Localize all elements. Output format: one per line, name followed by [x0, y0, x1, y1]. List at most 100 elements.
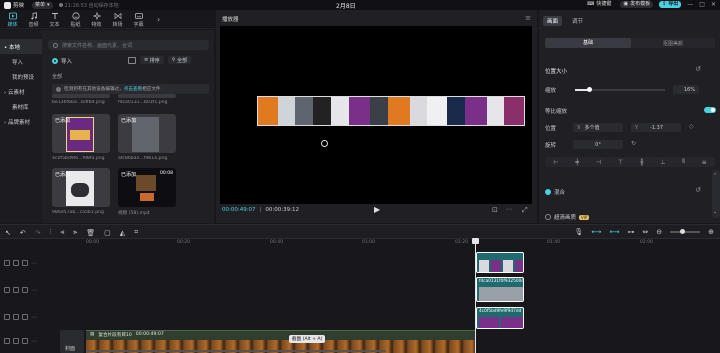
position-y-field[interactable]: Y -1.37	[631, 123, 681, 132]
microphone-icon[interactable]: 🎙	[574, 228, 583, 236]
more-icon[interactable]: ⋯	[31, 314, 37, 321]
scroll-down-icon[interactable]: ⌄	[713, 209, 717, 215]
rotate-handle-icon[interactable]	[321, 140, 328, 147]
align-center-v-icon[interactable]: ╫	[640, 159, 644, 166]
inspector-scrollbar[interactable]: ⌃ ⌄	[712, 170, 720, 218]
subtab-cutout-beauty[interactable]: 抠图美颜	[631, 40, 715, 47]
delete-icon[interactable]: 🗑	[86, 229, 95, 237]
lock-icon[interactable]	[4, 260, 10, 266]
hide-icon[interactable]	[13, 338, 19, 344]
sort-button[interactable]: ≡ 排序	[140, 56, 164, 64]
position-x-field[interactable]: X 多个值	[573, 123, 623, 132]
select-tool-icon[interactable]: ↖	[5, 229, 11, 237]
tab-picture[interactable]: 画面	[543, 16, 563, 26]
lock-icon[interactable]	[4, 287, 10, 293]
preview-canvas[interactable]	[220, 26, 532, 204]
zoom-out-icon[interactable]: ⊖	[656, 228, 662, 236]
shortcut-button[interactable]: ⌨ 快捷键	[584, 1, 614, 8]
reset-icon[interactable]: ↺	[695, 65, 701, 73]
align-left-icon[interactable]: ⊢	[553, 159, 558, 166]
more-icon[interactable]: ⋯	[31, 338, 37, 345]
more-tabs-chevron-icon[interactable]: ›	[157, 15, 160, 24]
align-right-icon[interactable]: ⊣	[596, 159, 601, 166]
split-right-icon[interactable]: ⫸	[73, 228, 77, 237]
overlay-clip[interactable]: 4c0f5bd9fe9f9d7dd	[476, 307, 524, 329]
export-button[interactable]: ⇪ 导出	[659, 1, 682, 8]
eye-icon[interactable]	[22, 287, 28, 293]
cover-button[interactable]: 封面	[60, 330, 84, 353]
freeze-icon[interactable]: ▢	[104, 229, 111, 237]
nav-local[interactable]: • 本地	[0, 39, 42, 54]
hide-icon[interactable]	[13, 314, 19, 320]
lock-icon[interactable]	[4, 314, 10, 320]
split-icon[interactable]: ⫶	[50, 228, 52, 237]
close-icon[interactable]: ✕	[711, 1, 716, 8]
player-menu-icon[interactable]: ≡	[525, 14, 531, 22]
menu-button[interactable]: 菜单 ▾	[32, 1, 53, 9]
tab-transition[interactable]: 转场	[107, 11, 128, 28]
hide-icon[interactable]	[13, 260, 19, 266]
link-icon[interactable]: ⊶	[627, 228, 634, 236]
search-input[interactable]: 搜索文件名称、画面元素、台词	[48, 40, 209, 50]
nav-import[interactable]: 导入	[0, 54, 42, 69]
distribute-v-icon[interactable]: ≡	[702, 159, 707, 166]
scale-slider-thumb[interactable]	[587, 87, 592, 92]
playhead[interactable]	[475, 238, 476, 353]
more-icon[interactable]: ⋯	[31, 287, 37, 294]
more-icon[interactable]: ⋯	[31, 260, 37, 267]
timeline-h-scrollbar[interactable]	[86, 350, 386, 352]
media-thumb-top-left[interactable]	[52, 94, 110, 98]
eye-icon[interactable]	[22, 338, 28, 344]
time-ruler[interactable]: 00:00 00:20 00:40 01:00 01:20 01:40 02:0…	[85, 239, 720, 249]
nav-cloud-assets[interactable]: › 云素材	[0, 84, 42, 99]
play-icon[interactable]: ▶	[374, 205, 380, 214]
snap-icon[interactable]: ⟷	[609, 228, 619, 236]
media-thumb-ink[interactable]: 已添加	[52, 168, 110, 207]
eye-icon[interactable]	[22, 314, 28, 320]
scale-slider[interactable]	[575, 87, 665, 92]
radio-icon[interactable]	[52, 58, 58, 64]
rotate-icon[interactable]: ↻	[631, 140, 636, 147]
reset-blend-icon[interactable]: ↺	[695, 186, 701, 194]
nav-asset-library[interactable]: 素材库	[0, 99, 42, 114]
eye-icon[interactable]	[22, 260, 28, 266]
rotation-field[interactable]: 0°	[573, 140, 623, 149]
align-top-icon[interactable]: ⊤	[618, 159, 623, 166]
preview-axis-icon[interactable]: ⇔	[642, 228, 648, 236]
media-thumb-book[interactable]: 已添加	[52, 114, 110, 153]
publish-template-button[interactable]: ▣ 发布模板	[620, 1, 654, 8]
scroll-up-icon[interactable]: ⌃	[713, 173, 717, 179]
project-title[interactable]: 2月8日	[336, 1, 356, 10]
redo-icon[interactable]: ↷	[35, 229, 41, 237]
distribute-h-icon[interactable]: ⫴	[682, 158, 685, 166]
notice-link[interactable]: 点击查看	[124, 86, 142, 92]
playhead-handle-icon[interactable]	[472, 238, 479, 244]
media-thumb-top-right[interactable]	[118, 94, 176, 98]
tab-text[interactable]: 文本	[44, 11, 65, 28]
minimize-icon[interactable]: —	[687, 1, 693, 8]
subtab-basic[interactable]: 基础	[545, 38, 631, 48]
grid-view-icon[interactable]	[128, 56, 136, 64]
tab-sticker[interactable]: 贴纸	[65, 11, 86, 28]
link-main-track-icon[interactable]: ⟷	[591, 228, 601, 236]
align-bottom-icon[interactable]: ⊥	[660, 159, 665, 166]
media-thumb-video[interactable]: 已添加 00:08	[118, 168, 176, 207]
keyframe-icon[interactable]: ◇	[689, 123, 694, 130]
undo-icon[interactable]: ↶	[20, 229, 26, 237]
uniform-scale-toggle[interactable]	[704, 107, 716, 113]
ratio-icon[interactable]: ⋯	[506, 206, 512, 213]
tab-effect[interactable]: 特效	[86, 11, 107, 28]
preview-image-strip[interactable]	[257, 96, 525, 126]
import-button[interactable]: 导入	[61, 57, 72, 65]
filter-button[interactable]: ⚲ 全部	[167, 56, 192, 64]
tab-caption[interactable]: 字幕	[128, 11, 149, 28]
tab-media[interactable]: 媒体	[2, 11, 23, 28]
blend-checkbox-icon[interactable]	[545, 189, 551, 195]
tab-audio[interactable]: 音频	[23, 11, 44, 28]
zoom-slider[interactable]	[670, 229, 701, 234]
zoom-in-icon[interactable]: ⊕	[708, 228, 714, 236]
media-thumb-gray-book[interactable]: 已添加	[118, 114, 176, 153]
nav-brand-assets[interactable]: › 品牌素材	[0, 114, 42, 129]
tab-adjust[interactable]: 调节	[572, 17, 583, 25]
lock-icon[interactable]	[4, 338, 10, 344]
